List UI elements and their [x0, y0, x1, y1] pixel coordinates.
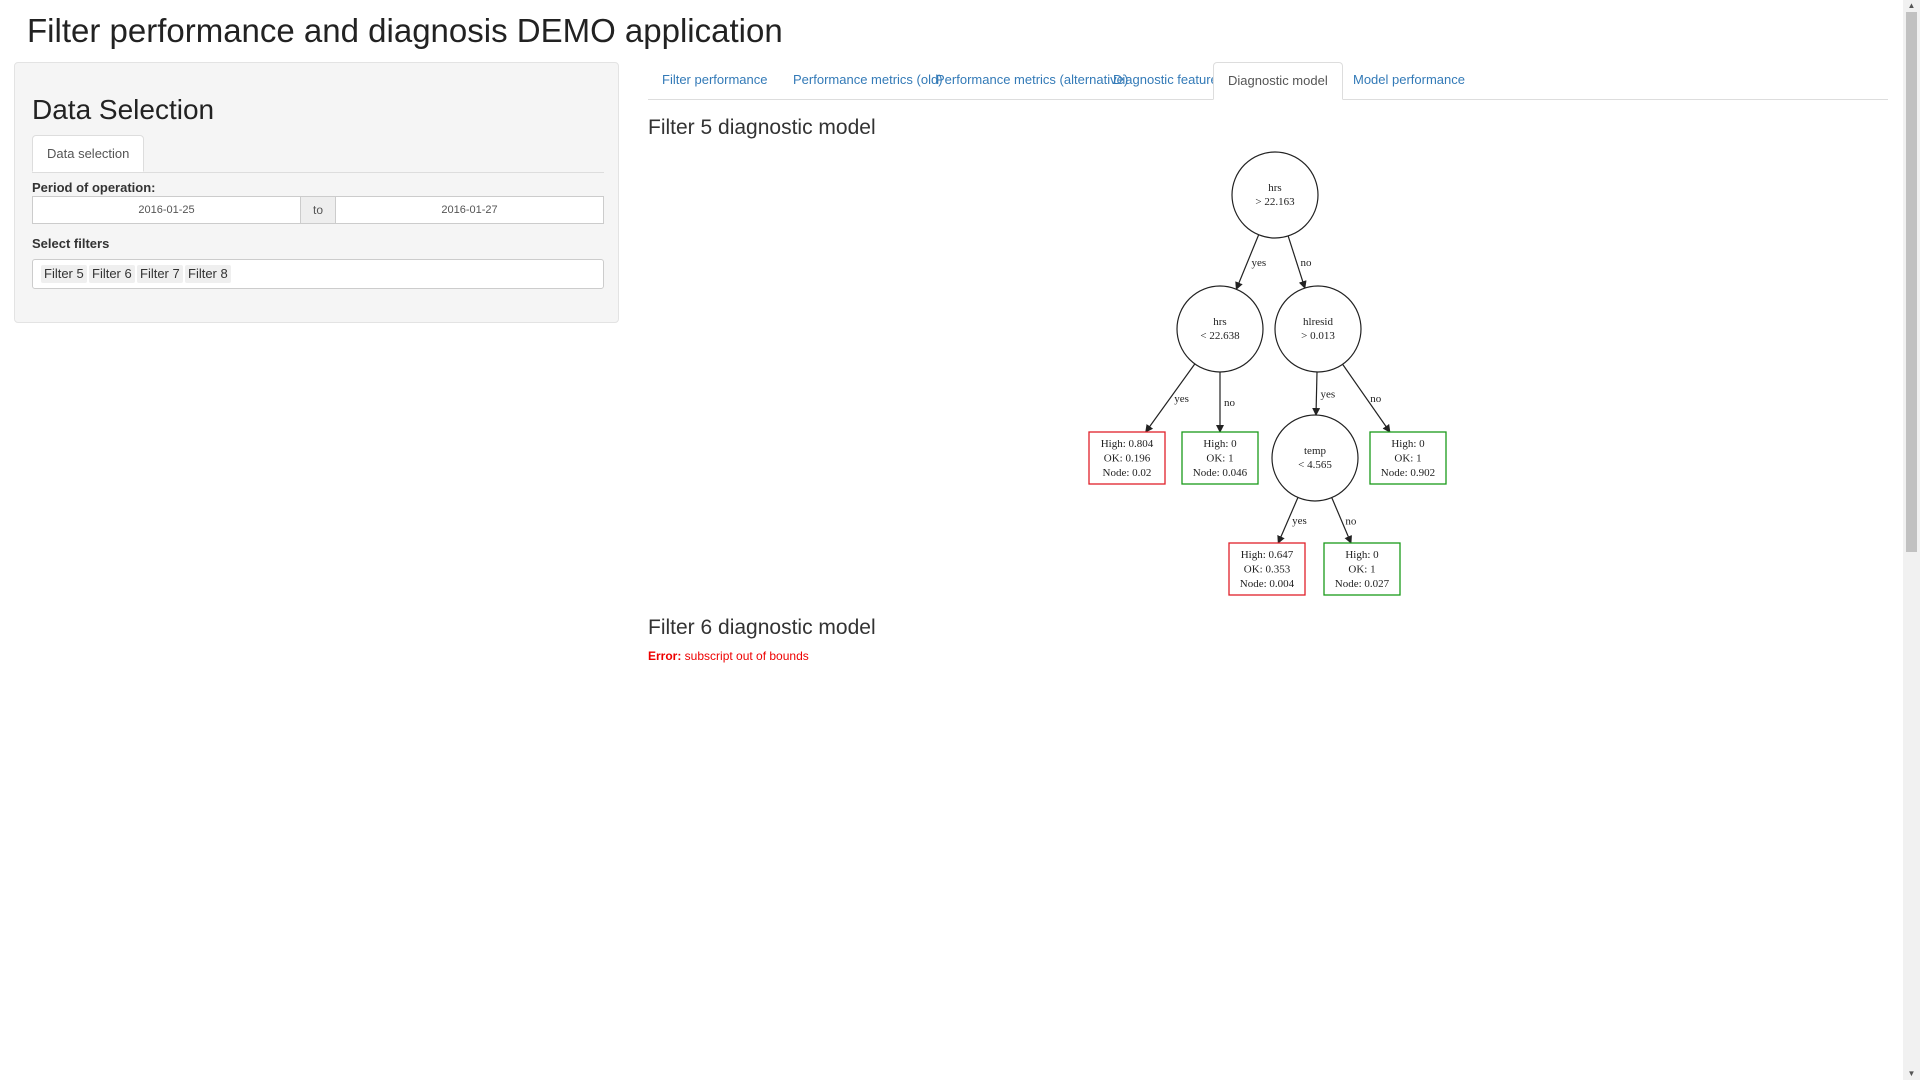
- tree-node-variable: hlresid: [1303, 316, 1333, 328]
- tree-node-condition: > 22.163: [1255, 196, 1295, 208]
- tree-node-variable: temp: [1304, 445, 1326, 457]
- error-prefix: Error:: [648, 649, 682, 663]
- error-message: Error: subscript out of bounds: [648, 649, 809, 663]
- tab-diagnostic-model[interactable]: Diagnostic model: [1213, 62, 1343, 100]
- tree-node-condition: < 22.638: [1200, 330, 1240, 342]
- tree-edge: [1312, 371, 1321, 417]
- tree-leaf-text: OK: 1: [1206, 453, 1233, 465]
- tree-node-condition: > 0.013: [1301, 330, 1335, 342]
- tab-data-selection[interactable]: Data selection: [32, 135, 145, 172]
- filter-chip[interactable]: Filter 5: [41, 265, 87, 283]
- sidebar-tabs: Data selection: [32, 135, 604, 173]
- tree-leaf-text: High: 0: [1203, 438, 1237, 450]
- date-from-input[interactable]: 2016-01-25: [32, 196, 301, 224]
- tree-node-variable: hrs: [1213, 316, 1226, 328]
- tree-edge-label: no: [1370, 393, 1382, 405]
- tree-leaf-text: Node: 0.046: [1193, 467, 1248, 479]
- tree-leaf-node: High: 0 OK: 1 Node: 0.902: [1369, 431, 1447, 485]
- tree-edge-label: yes: [1174, 393, 1189, 405]
- tree-leaf-text: OK: 1: [1348, 564, 1375, 576]
- tree-node-condition: < 4.565: [1298, 459, 1332, 471]
- tree-edge-label: yes: [1252, 257, 1267, 269]
- tree-edge-label: yes: [1292, 515, 1307, 527]
- tree-edge-label: no: [1224, 397, 1236, 409]
- app-title: Filter performance and diagnosis DEMO ap…: [27, 12, 783, 49]
- tree-leaf-text: High: 0.804: [1101, 438, 1154, 450]
- tab-model-performance[interactable]: Model performance: [1339, 62, 1479, 99]
- tree-leaf-text: OK: 1: [1394, 453, 1421, 465]
- sidebar-title: Data Selection: [32, 94, 215, 125]
- tree-leaf-text: High: 0.647: [1241, 549, 1294, 561]
- tree-edge-label: no: [1345, 515, 1357, 527]
- page-scrollbar[interactable]: ▲ ▼: [1903, 0, 1920, 1080]
- tree-decision-node: hlresid > 0.013: [1274, 285, 1362, 373]
- tree-decision-node: hrs > 22.163: [1231, 151, 1319, 239]
- tree-leaf-node: High: 0.804 OK: 0.196 Node: 0.02: [1088, 431, 1166, 485]
- tab-filter-performance[interactable]: Filter performance: [648, 62, 781, 99]
- tree-edge-label: yes: [1321, 389, 1336, 401]
- tree-leaf-node: High: 0 OK: 1 Node: 0.046: [1181, 431, 1259, 485]
- tree-leaf-text: Node: 0.004: [1240, 578, 1295, 590]
- date-separator: to: [301, 196, 335, 224]
- filter-chip[interactable]: Filter 7: [137, 265, 183, 283]
- tree-leaf-text: OK: 0.196: [1104, 453, 1151, 465]
- filter-chip[interactable]: Filter 8: [185, 265, 231, 283]
- error-text: subscript out of bounds: [681, 649, 809, 663]
- tree-leaf-text: OK: 0.353: [1244, 564, 1291, 576]
- period-label: Period of operation:: [32, 180, 156, 195]
- main-tabs: Filter performance Performance metrics (…: [648, 62, 1888, 100]
- tree-node-variable: hrs: [1268, 182, 1281, 194]
- date-to-input[interactable]: 2016-01-27: [335, 196, 604, 224]
- tree-leaf-text: Node: 0.902: [1381, 467, 1435, 479]
- tree-decision-node: hrs < 22.638: [1176, 285, 1264, 373]
- filter5-model-title: Filter 5 diagnostic model: [648, 116, 876, 139]
- filter6-model-title: Filter 6 diagnostic model: [648, 616, 876, 639]
- tree-leaf-node: High: 0.647 OK: 0.353 Node: 0.004: [1228, 542, 1306, 596]
- filter-multiselect[interactable]: Filter 5 Filter 6 Filter 7 Filter 8: [32, 259, 604, 289]
- tree-leaf-node: High: 0 OK: 1 Node: 0.027: [1323, 542, 1401, 596]
- tree-leaf-text: Node: 0.02: [1103, 467, 1152, 479]
- scroll-up-icon[interactable]: ▲: [1903, 0, 1920, 12]
- decision-tree-diagram: yes no yes no yes no yes no hrs > 22.163 hrs < 22.…: [1088, 151, 1447, 596]
- filters-label: Select filters: [32, 236, 110, 251]
- tree-edge: [1342, 363, 1391, 433]
- tree-edge-label: no: [1301, 257, 1313, 269]
- tree-leaf-text: High: 0: [1345, 549, 1379, 561]
- scroll-down-icon[interactable]: ▼: [1903, 1068, 1920, 1080]
- tree-decision-node: temp < 4.565: [1271, 414, 1359, 502]
- scrollbar-thumb[interactable]: [1906, 12, 1917, 552]
- tree-leaf-text: Node: 0.027: [1335, 578, 1390, 590]
- filter-chip[interactable]: Filter 6: [89, 265, 135, 283]
- tree-leaf-text: High: 0: [1391, 438, 1425, 450]
- data-selection-panel: Data Selection Data selection Period of …: [14, 62, 619, 323]
